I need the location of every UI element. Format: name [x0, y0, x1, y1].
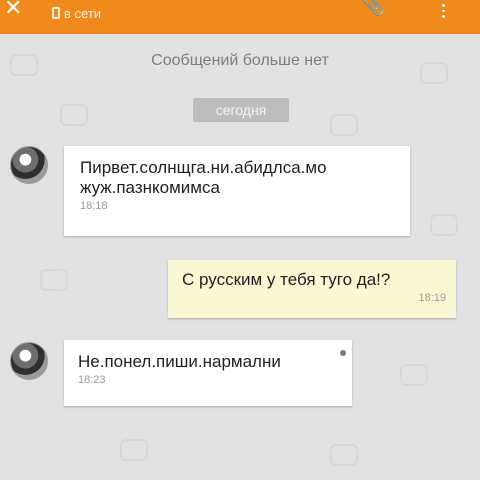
- date-divider: сегодня: [193, 98, 289, 122]
- wallpaper-pattern-icon: [120, 439, 148, 461]
- message-text: Не.понел.пиши.нармални: [78, 352, 281, 371]
- message-bubble-incoming[interactable]: Не.понел.пиши.нармални 18:23: [64, 340, 352, 406]
- wallpaper-pattern-icon: [400, 364, 428, 386]
- wallpaper-pattern-icon: [330, 444, 358, 466]
- overflow-menu-icon[interactable]: [438, 4, 448, 19]
- avatar[interactable]: [10, 146, 48, 184]
- close-icon[interactable]: ✕: [4, 0, 26, 20]
- wallpaper-pattern-icon: [330, 114, 358, 136]
- read-status-dot-icon: [340, 350, 346, 356]
- chat-header: ✕ в сети 📎: [0, 0, 480, 34]
- message-time: 18:18: [80, 200, 108, 212]
- mobile-phone-icon: [52, 7, 60, 19]
- message-bubble-outgoing[interactable]: С русским у тебя туго да!? 18:19: [168, 260, 456, 318]
- message-text: С русским у тебя туго да!?: [182, 270, 391, 289]
- message-time: 18:23: [78, 374, 106, 386]
- message-time: 18:19: [418, 292, 446, 304]
- message-bubble-incoming[interactable]: Пирвет.солнщга.ни.абидлса.мо жуж.пазнком…: [64, 146, 410, 236]
- no-more-messages-label: Сообщений больше нет: [151, 52, 329, 69]
- wallpaper-pattern-icon: [60, 104, 88, 126]
- wallpaper-pattern-icon: [430, 214, 458, 236]
- chat-area[interactable]: Сообщений больше нет сегодня Пирвет.солн…: [0, 34, 480, 480]
- avatar[interactable]: [10, 342, 48, 380]
- contact-status: в сети: [52, 4, 101, 22]
- attachment-icon[interactable]: 📎: [362, 0, 384, 18]
- message-text: Пирвет.солнщга.ни.абидлса.мо жуж.пазнком…: [80, 158, 327, 197]
- online-status-label: в сети: [64, 5, 102, 21]
- wallpaper-pattern-icon: [40, 269, 68, 291]
